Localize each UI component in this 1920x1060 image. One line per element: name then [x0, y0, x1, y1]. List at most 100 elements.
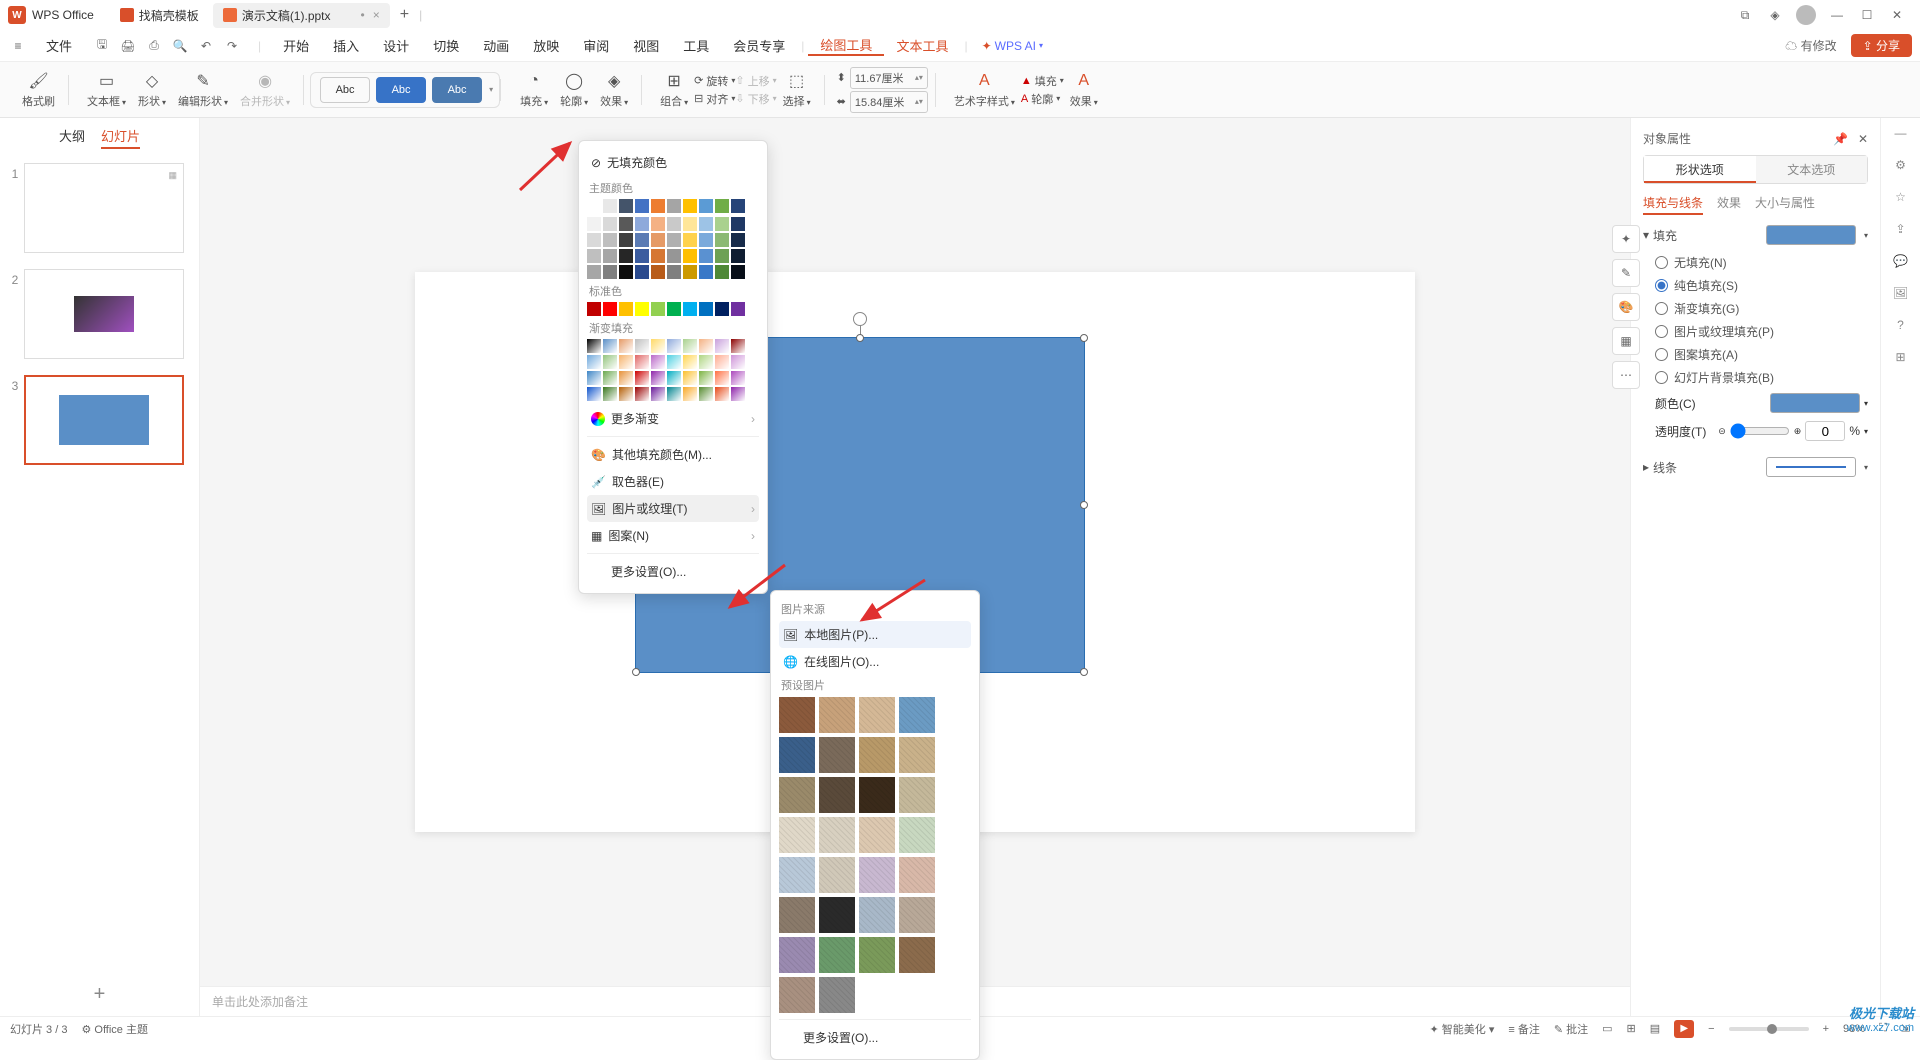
texture-swatch[interactable] — [859, 777, 895, 813]
tab-animation[interactable]: 动画 — [471, 36, 521, 55]
color-swatch[interactable] — [619, 249, 633, 263]
texture-swatch[interactable] — [859, 697, 895, 733]
color-swatch[interactable] — [715, 199, 729, 213]
gradient-swatch[interactable] — [619, 339, 633, 353]
texture-swatch[interactable] — [779, 777, 815, 813]
color-swatch[interactable] — [667, 265, 681, 279]
tab-member[interactable]: 会员专享 — [721, 36, 797, 55]
view-reading-icon[interactable]: ▤ — [1650, 1022, 1660, 1035]
quick-layout-icon[interactable]: ▦ — [1612, 327, 1640, 355]
gradient-swatch[interactable] — [699, 387, 713, 401]
fill-pattern-radio[interactable]: 图案填充(A) — [1643, 343, 1868, 366]
zoom-in-icon[interactable]: + — [1823, 1023, 1829, 1035]
fill-gradient-radio[interactable]: 渐变填充(G) — [1643, 297, 1868, 320]
shape-style-2[interactable]: Abc — [376, 77, 426, 103]
gradient-swatch[interactable] — [683, 339, 697, 353]
texture-swatch[interactable] — [819, 817, 855, 853]
gradient-swatch[interactable] — [651, 355, 665, 369]
group-button[interactable]: ⊞组合▾ — [654, 69, 694, 111]
rail-extra-icon[interactable]: ⊞ — [1895, 350, 1905, 364]
color-swatch[interactable] — [619, 233, 633, 247]
color-swatch[interactable] — [715, 265, 729, 279]
color-swatch[interactable] — [731, 302, 745, 316]
gradient-swatch[interactable] — [603, 339, 617, 353]
texture-swatch[interactable] — [779, 697, 815, 733]
shape-options-tab[interactable]: 形状选项 — [1644, 156, 1756, 183]
color-swatch[interactable] — [635, 265, 649, 279]
close-icon[interactable]: × — [373, 8, 380, 22]
effect-button[interactable]: ◈效果▾ — [594, 69, 634, 111]
print-direct-icon[interactable]: ⎙ — [144, 36, 164, 56]
color-swatch[interactable] — [587, 265, 601, 279]
resize-handle[interactable] — [1080, 334, 1088, 342]
slide-thumb-2[interactable] — [24, 269, 184, 359]
collapse-icon[interactable]: — — [1895, 126, 1907, 140]
color-swatch[interactable] — [619, 217, 633, 231]
text-options-tab[interactable]: 文本选项 — [1756, 156, 1868, 183]
width-field[interactable]: ⬌15.84厘米▴▾ — [837, 91, 928, 113]
color-swatch[interactable] — [683, 199, 697, 213]
shape-style-3[interactable]: Abc — [432, 77, 482, 103]
gradient-swatch[interactable] — [619, 387, 633, 401]
line-preview[interactable] — [1766, 457, 1856, 477]
text-fill-button[interactable]: ▲ 填充 ▾ — [1021, 73, 1064, 89]
texture-swatch[interactable] — [779, 737, 815, 773]
tab-start[interactable]: 开始 — [271, 36, 321, 55]
minimize-icon[interactable]: — — [1822, 3, 1852, 27]
pattern-option[interactable]: ▦图案(N)› — [587, 522, 759, 549]
color-swatch[interactable] — [619, 302, 633, 316]
texture-swatch[interactable] — [899, 897, 935, 933]
notes-button[interactable]: ≡ 备注 — [1508, 1021, 1539, 1037]
gradient-swatch[interactable] — [603, 387, 617, 401]
color-swatch[interactable] — [603, 233, 617, 247]
fill-none-radio[interactable]: 无填充(N) — [1643, 251, 1868, 274]
color-swatch[interactable] — [587, 199, 601, 213]
view-sorter-icon[interactable]: ⊞ — [1627, 1022, 1636, 1035]
texture-swatch[interactable] — [859, 937, 895, 973]
texture-swatch[interactable] — [779, 977, 815, 1013]
gradient-swatch[interactable] — [715, 339, 729, 353]
resize-handle[interactable] — [1080, 501, 1088, 509]
outline-button[interactable]: ◯轮廓▾ — [554, 69, 594, 111]
undo-icon[interactable]: ↶ — [196, 36, 216, 56]
more-settings-option[interactable]: 更多设置(O)... — [587, 558, 759, 585]
color-swatch[interactable] — [699, 249, 713, 263]
text-outline-button[interactable]: A 轮廓 ▾ — [1021, 91, 1064, 107]
color-swatch[interactable] — [651, 217, 665, 231]
color-swatch[interactable] — [667, 302, 681, 316]
rail-image-icon[interactable]: 🖼 — [1893, 286, 1908, 300]
fill-section-header[interactable]: ▾ 填充▾ — [1643, 225, 1868, 245]
tab-slideshow[interactable]: 放映 — [521, 36, 571, 55]
view-normal-icon[interactable]: ▭ — [1602, 1022, 1612, 1035]
shape-style-1[interactable]: Abc — [320, 77, 370, 103]
gradient-swatch[interactable] — [699, 371, 713, 385]
texture-swatch[interactable] — [899, 937, 935, 973]
gradient-swatch[interactable] — [635, 387, 649, 401]
gradient-swatch[interactable] — [651, 339, 665, 353]
texture-swatch[interactable] — [819, 777, 855, 813]
color-swatch[interactable] — [667, 249, 681, 263]
gradient-swatch[interactable] — [731, 387, 745, 401]
texture-swatch[interactable] — [899, 817, 935, 853]
color-swatch[interactable] — [699, 233, 713, 247]
color-swatch[interactable] — [635, 233, 649, 247]
zoom-out-icon[interactable]: − — [1708, 1023, 1714, 1035]
picture-texture-option[interactable]: 🖼图片或纹理(T)› — [587, 495, 759, 522]
color-swatch[interactable] — [603, 199, 617, 213]
color-swatch[interactable] — [667, 233, 681, 247]
gradient-swatches[interactable] — [587, 339, 759, 401]
color-swatch[interactable] — [635, 249, 649, 263]
gradient-swatch[interactable] — [635, 371, 649, 385]
color-swatch[interactable] — [651, 265, 665, 279]
picture-more-option[interactable]: 更多设置(O)... — [779, 1024, 971, 1051]
transparency-slider[interactable] — [1730, 423, 1790, 439]
color-swatch[interactable] — [651, 302, 665, 316]
color-swatch[interactable] — [635, 217, 649, 231]
tab-design[interactable]: 设计 — [371, 36, 421, 55]
outline-tab[interactable]: 大纲 — [59, 126, 85, 149]
color-swatch[interactable] — [667, 217, 681, 231]
quick-more-icon[interactable]: ⋯ — [1612, 361, 1640, 389]
color-swatch[interactable] — [699, 199, 713, 213]
edit-shape-button[interactable]: ✎编辑形状▾ — [172, 69, 234, 111]
eyedropper-option[interactable]: 💉取色器(E) — [587, 468, 759, 495]
